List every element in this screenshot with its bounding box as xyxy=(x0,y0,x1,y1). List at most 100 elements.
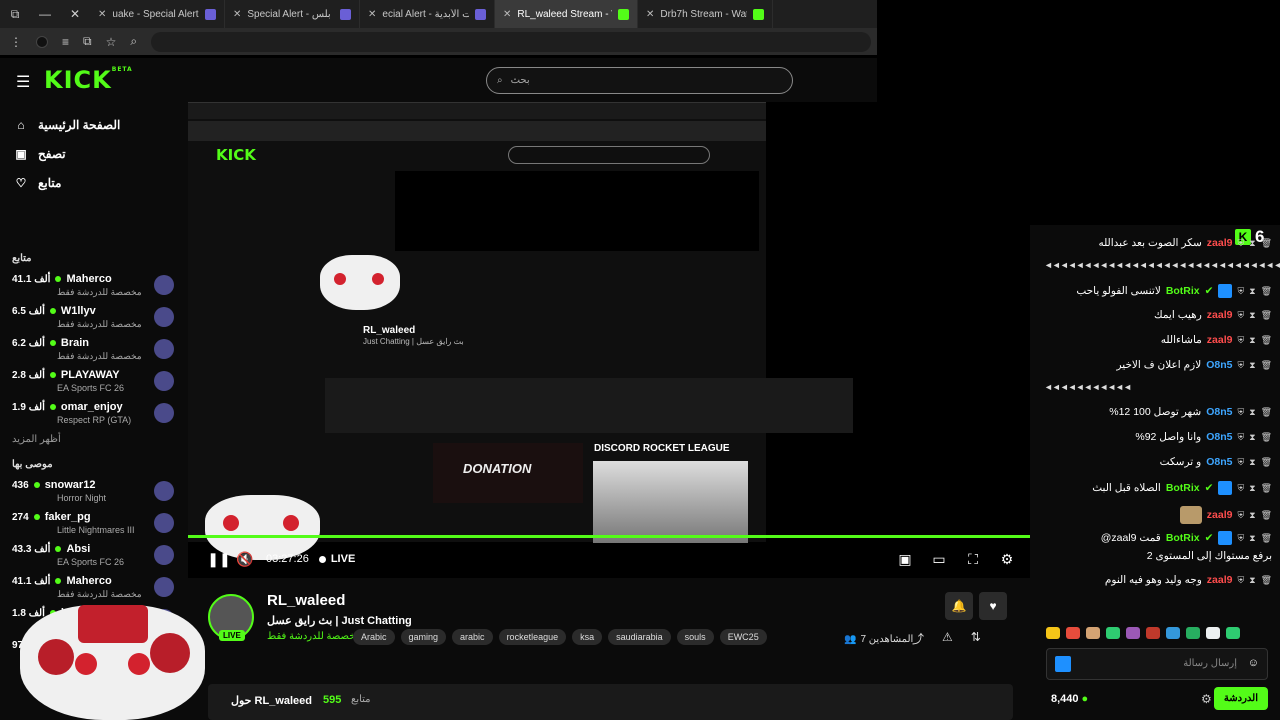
sidebar-channel-item[interactable]: 6.5 ألف W1llyv مخصصة للدردشة فقط xyxy=(0,302,188,334)
sidebar-channel-item[interactable]: 436 snowar12 Horror Night xyxy=(0,476,188,508)
chat-username[interactable]: zaal9 xyxy=(1207,309,1233,321)
delete-icon[interactable]: 🗑 xyxy=(1261,483,1272,494)
emote-icon[interactable] xyxy=(1166,627,1180,639)
live-progress-bar[interactable] xyxy=(188,535,1030,538)
emote-icon[interactable] xyxy=(1126,627,1140,639)
gift-icon[interactable]: ⇅ xyxy=(971,630,981,647)
timeout-icon[interactable]: ⧗ xyxy=(1249,286,1255,297)
delete-icon[interactable]: 🗑 xyxy=(1261,238,1272,249)
delete-icon[interactable]: 🗑 xyxy=(1261,575,1272,586)
timeout-icon[interactable]: ⧗ xyxy=(1249,310,1255,321)
notification-bell-button[interactable]: 🔔 xyxy=(945,592,973,620)
delete-icon[interactable]: 🗑 xyxy=(1261,310,1272,321)
send-chat-button[interactable]: الدردشة xyxy=(1213,687,1268,710)
sidebar-nav-item[interactable]: ▣ تصفح xyxy=(0,139,188,168)
delete-icon[interactable]: 🗑 xyxy=(1261,335,1272,346)
stream-tag[interactable]: EWC25 xyxy=(719,629,767,645)
timeout-icon[interactable]: ⧗ xyxy=(1249,533,1255,544)
show-more-link[interactable]: أظهر المزيد xyxy=(0,430,188,449)
sidebar-channel-item[interactable]: 274 faker_pg Little Nightmares III xyxy=(0,508,188,540)
extensions-icon[interactable]: ⧉ xyxy=(83,34,92,49)
mod-shield-icon[interactable]: ⛨ xyxy=(1237,310,1244,321)
sidebar-nav-item[interactable]: ♡ متابع xyxy=(0,168,188,197)
chat-username[interactable]: BotRix xyxy=(1166,285,1200,297)
timeout-icon[interactable]: ⧗ xyxy=(1249,360,1255,371)
chat-message[interactable]: و ترسكت O8n5 ⛨ ⧗ 🗑 xyxy=(1042,456,1272,468)
search-input[interactable]: ⌕ بحث xyxy=(486,67,793,94)
browser-tab[interactable]: ✕ ecial Alert - البرات الأبدية xyxy=(360,0,495,28)
timeout-icon[interactable]: ⧗ xyxy=(1249,575,1255,586)
stream-tag[interactable]: saudiarabia xyxy=(608,629,671,645)
profile-icon[interactable] xyxy=(36,35,48,48)
mod-shield-icon[interactable]: ⛨ xyxy=(1237,510,1244,521)
chat-username[interactable]: zaal9 xyxy=(1207,509,1233,521)
browser-tab[interactable]: ✕ Special Alert - البرات بلس xyxy=(225,0,360,28)
menu-hamburger-icon[interactable]: ☰ xyxy=(16,72,30,92)
emote-icon[interactable] xyxy=(1086,627,1100,639)
mod-shield-icon[interactable]: ⛨ xyxy=(1237,432,1244,443)
chat-message[interactable]: سكر الصوت بعد عبدالله zaal9 ⛨ ⧗ 🗑 xyxy=(1042,237,1272,249)
timeout-icon[interactable]: ⧗ xyxy=(1249,457,1255,468)
pip-icon[interactable]: ▣ xyxy=(892,546,918,572)
sidebar-channel-item[interactable]: 2.8 ألف PLAYAWAY EA Sports FC 26 xyxy=(0,366,188,398)
sidebar-nav-item[interactable]: ⌂ الصفحة الرئيسية xyxy=(0,110,188,139)
timeout-icon[interactable]: ⧗ xyxy=(1249,483,1255,494)
chat-message[interactable]: وجه وليد وهو فيه النوم zaal9 ⛨ ⧗ 🗑 xyxy=(1042,574,1272,586)
stream-tag[interactable]: rocketleague xyxy=(498,629,567,645)
chat-username[interactable]: zaal9 xyxy=(1207,334,1233,346)
mod-shield-icon[interactable]: ⛨ xyxy=(1237,335,1244,346)
sidebar-channel-item[interactable]: 6.2 ألف Brain مخصصة للدردشة فقط xyxy=(0,334,188,366)
mod-shield-icon[interactable]: ⛨ xyxy=(1237,483,1244,494)
stream-tag[interactable]: gaming xyxy=(400,629,447,645)
pause-icon[interactable]: ❚❚ xyxy=(206,546,232,572)
delete-icon[interactable]: 🗑 xyxy=(1261,510,1272,521)
delete-icon[interactable]: 🗑 xyxy=(1261,407,1272,418)
browser-tab[interactable]: ✕ Drb7h Stream - Watch Li xyxy=(638,0,773,28)
mod-shield-icon[interactable]: ⛨ xyxy=(1237,238,1244,249)
chat-message[interactable]: zaal9 ⛨ ⧗ 🗑 xyxy=(1042,506,1272,524)
chat-message[interactable]: لازم اعلان ف الاخير O8n5 ⛨ ⧗ 🗑 xyxy=(1042,359,1272,371)
close-tab-icon[interactable]: ✕ xyxy=(646,9,654,20)
streamer-name[interactable]: RL_waleed xyxy=(267,592,345,609)
stream-tag[interactable]: ksa xyxy=(572,629,603,645)
browser-tab[interactable]: ✕ RL_waleed Stream - Wat xyxy=(495,0,638,28)
chat-message[interactable]: الصلاه قبل البث BotRix ✔ ⛨ ⧗ 🗑 xyxy=(1042,481,1272,495)
browser-tab[interactable]: ✕ uake - Special Alert البرات xyxy=(90,0,225,28)
emote-icon[interactable] xyxy=(1046,627,1060,639)
theater-mode-icon[interactable]: ▭ xyxy=(926,546,952,572)
timeout-icon[interactable]: ⧗ xyxy=(1249,238,1255,249)
bookmark-star-icon[interactable]: ☆ xyxy=(106,35,117,49)
close-tab-icon[interactable]: ✕ xyxy=(503,9,511,20)
close-tab-icon[interactable]: ✕ xyxy=(98,9,106,20)
delete-icon[interactable]: 🗑 xyxy=(1261,360,1272,371)
chat-message[interactable]: %وانا واصل 92 O8n5 ⛨ ⧗ 🗑 xyxy=(1042,431,1272,443)
delete-icon[interactable]: 🗑 xyxy=(1261,457,1272,468)
sidebar-channel-item[interactable]: 41.1 ألف Maherco مخصصة للدردشة فقط xyxy=(0,572,188,604)
delete-icon[interactable]: 🗑 xyxy=(1261,432,1272,443)
chat-settings-icon[interactable]: ⚙ xyxy=(1201,692,1212,706)
sidebar-channel-item[interactable]: 41.1 ألف Maherco مخصصة للدردشة فقط xyxy=(0,270,188,302)
mod-shield-icon[interactable]: ⛨ xyxy=(1237,533,1244,544)
close-window-button[interactable]: ✕ xyxy=(60,0,90,28)
channel-points[interactable]: 8,440 ● xyxy=(1051,693,1088,705)
close-tab-icon[interactable]: ✕ xyxy=(233,9,241,20)
chat-message[interactable]: %شهر توصل 100 12 O8n5 ⛨ ⧗ 🗑 xyxy=(1042,406,1272,418)
live-indicator[interactable]: LIVE xyxy=(318,553,355,565)
chat-message-input[interactable]: إرسال رسالة ☺ xyxy=(1046,648,1268,680)
stream-category[interactable]: مخصصة للدردشة فقط xyxy=(267,631,361,642)
timeout-icon[interactable]: ⧗ xyxy=(1249,510,1255,521)
timeout-icon[interactable]: ⧗ xyxy=(1249,432,1255,443)
url-field[interactable] xyxy=(151,31,872,52)
chat-username[interactable]: O8n5 xyxy=(1206,456,1232,468)
sidebar-channel-item[interactable]: 43.3 ألف Absi EA Sports FC 26 xyxy=(0,540,188,572)
restore-window-button[interactable]: ⧉ xyxy=(0,0,30,28)
timeout-icon[interactable]: ⧗ xyxy=(1249,407,1255,418)
emote-bar[interactable] xyxy=(1046,627,1240,639)
mod-shield-icon[interactable]: ⛨ xyxy=(1237,457,1244,468)
stream-tag[interactable]: arabic xyxy=(452,629,493,645)
delete-icon[interactable]: 🗑 xyxy=(1261,286,1272,297)
share-icon[interactable]: ⤴ xyxy=(912,630,924,647)
chat-message[interactable]: @zaal9 قمت BotRix ✔ ⛨ ⧗ 🗑 xyxy=(1042,531,1272,545)
chat-username[interactable]: O8n5 xyxy=(1206,406,1232,418)
stream-tag[interactable]: souls xyxy=(676,629,714,645)
